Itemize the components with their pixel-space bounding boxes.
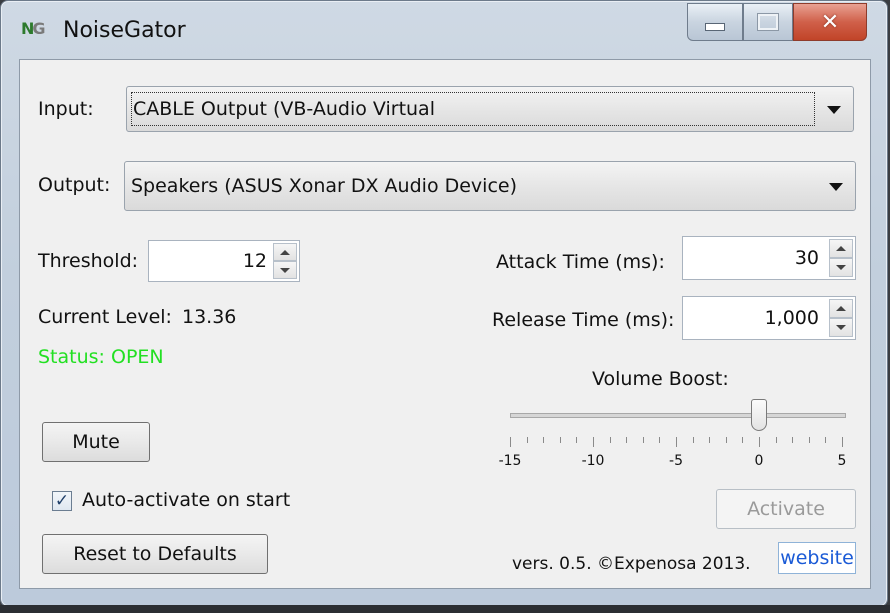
auto-activate-checkbox[interactable]: ✓ [52, 491, 72, 511]
slider-tick [559, 437, 561, 443]
attack-time-label: Attack Time (ms): [496, 251, 665, 273]
slider-tick [676, 437, 677, 447]
increment-button[interactable] [273, 243, 297, 261]
arrow-down-icon [280, 267, 290, 273]
chevron-down-icon [829, 183, 843, 191]
minimize-button[interactable] [687, 3, 743, 41]
slider-tick [593, 437, 594, 447]
mute-button[interactable]: Mute [42, 422, 150, 462]
slider-tick [792, 437, 794, 443]
increment-button[interactable] [829, 239, 853, 258]
checkmark-icon: ✓ [54, 491, 70, 511]
output-label: Output: [38, 174, 111, 196]
slider-tick [775, 437, 777, 443]
slider-tick [510, 437, 511, 447]
slider-tick [759, 437, 760, 447]
slider-tick [725, 437, 727, 443]
slider-tick [709, 437, 711, 443]
client-area: Input: CABLE Output (VB-Audio Virtual Ou… [19, 59, 871, 589]
slider-tick [576, 437, 578, 443]
slider-thumb[interactable] [751, 399, 767, 431]
slider-tick-label: 0 [754, 453, 764, 469]
status-text: Status: OPEN [38, 346, 164, 368]
slider-tick [526, 437, 528, 443]
noisegator-logo-icon: NG [21, 19, 46, 38]
slider-track[interactable] [510, 413, 846, 418]
decrement-button[interactable] [829, 258, 853, 277]
slider-tick [642, 437, 644, 443]
release-spin-buttons [829, 299, 853, 337]
output-device-value: Speakers (ASUS Xonar DX Audio Device) [131, 175, 517, 197]
slider-tick [842, 437, 843, 447]
current-level-label: Current Level: [38, 306, 172, 328]
increment-button[interactable] [829, 299, 853, 318]
minimize-icon [705, 23, 725, 31]
slider-tick-label: 5 [837, 453, 847, 469]
input-device-select[interactable]: CABLE Output (VB-Audio Virtual [126, 86, 854, 132]
maximize-button[interactable] [743, 3, 793, 41]
website-link[interactable]: website [778, 542, 856, 574]
window-title: NoiseGator [63, 18, 186, 43]
slider-tick [825, 437, 827, 443]
maximize-icon [758, 14, 778, 30]
attack-time-value: 30 [794, 247, 819, 269]
close-icon: ✕ [820, 9, 840, 35]
reset-defaults-button[interactable]: Reset to Defaults [42, 534, 268, 574]
auto-activate-label: Auto-activate on start [82, 489, 291, 511]
slider-tick [659, 437, 661, 443]
chevron-down-icon [827, 106, 841, 114]
current-level-value: 13.36 [182, 306, 237, 328]
close-button[interactable]: ✕ [793, 3, 867, 41]
input-label: Input: [38, 98, 94, 120]
slider-tick-label: -5 [669, 453, 683, 469]
slider-tick [626, 437, 628, 443]
attack-spin-buttons [829, 239, 853, 277]
slider-tick [543, 437, 545, 443]
threshold-stepper[interactable]: 12 [148, 240, 300, 282]
output-device-select[interactable]: Speakers (ASUS Xonar DX Audio Device) [124, 161, 856, 211]
arrow-up-icon [836, 306, 846, 311]
volume-boost-label: Volume Boost: [592, 368, 729, 390]
title-bar[interactable]: NG NoiseGator ✕ [1, 1, 887, 59]
app-window: NG NoiseGator ✕ Input: CABLE Output (VB-… [0, 0, 888, 607]
decrement-button[interactable] [273, 261, 297, 279]
caption-buttons: ✕ [687, 3, 867, 41]
taskbar [0, 605, 890, 613]
activate-button[interactable]: Activate [716, 489, 856, 529]
slider-tick-label: -15 [498, 453, 522, 469]
arrow-up-icon [836, 246, 846, 251]
slider-tick [692, 437, 694, 443]
arrow-up-icon [280, 249, 290, 255]
arrow-down-icon [836, 265, 846, 270]
slider-tick [808, 437, 810, 443]
release-time-label: Release Time (ms): [492, 309, 675, 331]
threshold-label: Threshold: [38, 250, 139, 272]
slider-tick [609, 437, 611, 443]
attack-time-stepper[interactable]: 30 [682, 236, 856, 280]
version-text: vers. 0.5. ©Expenosa 2013. [512, 554, 751, 574]
decrement-button[interactable] [829, 318, 853, 337]
release-time-value: 1,000 [764, 307, 819, 329]
input-device-value: CABLE Output (VB-Audio Virtual [133, 98, 435, 120]
threshold-spin-buttons [273, 243, 297, 279]
slider-tick-label: -10 [581, 453, 605, 469]
arrow-down-icon [836, 325, 846, 330]
release-time-stepper[interactable]: 1,000 [682, 296, 856, 340]
threshold-value: 12 [242, 250, 267, 272]
slider-tick [742, 437, 744, 443]
